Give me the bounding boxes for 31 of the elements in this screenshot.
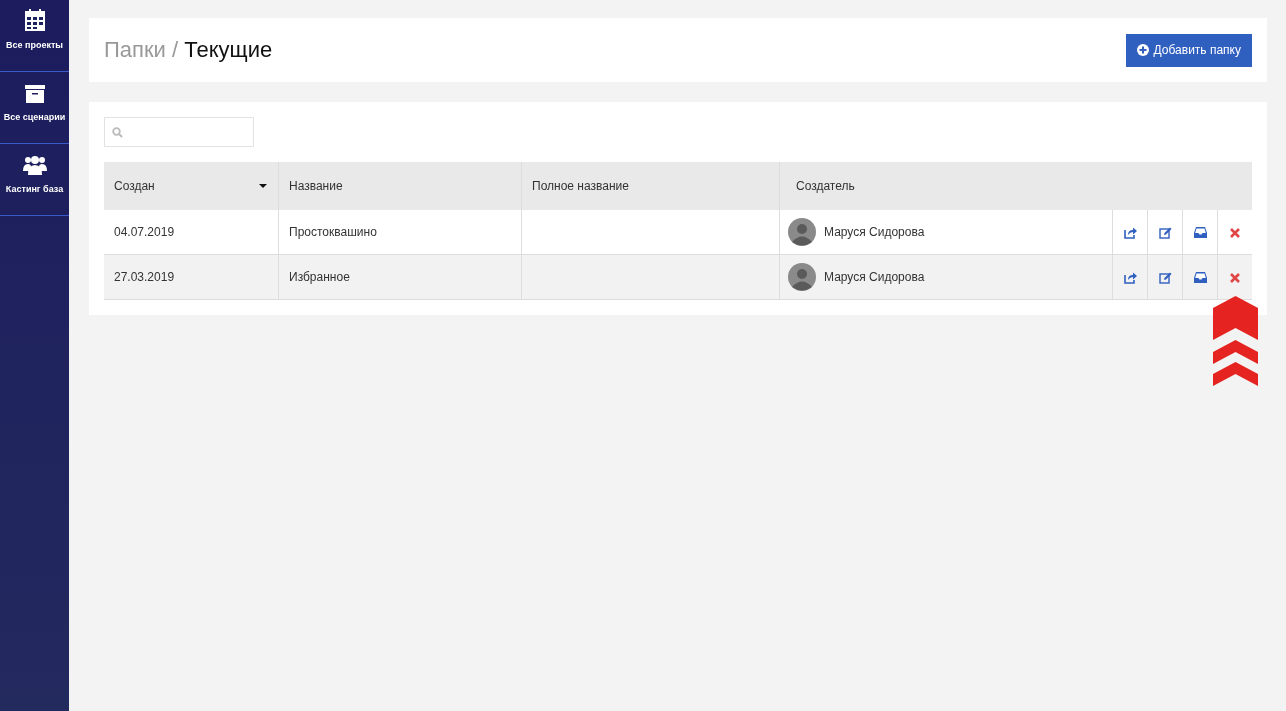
sidebar-item[interactable]: Кастинг база: [0, 144, 69, 216]
column-header[interactable]: Полное название: [521, 162, 780, 210]
sidebar-item[interactable]: Все сценарии: [0, 72, 69, 144]
table-cell: Избранное: [278, 254, 522, 300]
sidebar-item[interactable]: Все проекты: [0, 0, 69, 72]
people-icon: [22, 153, 47, 175]
table-cell: 04.07.2019: [104, 210, 279, 255]
avatar-icon: [788, 218, 816, 246]
creator-name: Маруся Сидорова: [824, 270, 925, 284]
column-header[interactable]: Создатель: [779, 162, 1252, 210]
inbox-tray-icon[interactable]: [1193, 227, 1207, 239]
plus-circle-icon: [1136, 44, 1149, 56]
table-cell: Простоквашино: [278, 210, 522, 255]
search-icon: [112, 126, 123, 138]
delete-icon[interactable]: [1230, 272, 1240, 283]
inbox-tray-icon[interactable]: [1193, 272, 1207, 284]
calendar-icon: [24, 9, 45, 31]
edit-icon[interactable]: [1158, 271, 1172, 285]
edit-icon[interactable]: [1158, 226, 1172, 240]
scroll-to-top-icon[interactable]: [1213, 296, 1258, 386]
share-icon[interactable]: [1123, 271, 1137, 285]
creator-name: Маруся Сидорова: [824, 225, 925, 239]
share-icon[interactable]: [1123, 226, 1137, 240]
delete-icon[interactable]: [1230, 227, 1240, 238]
column-header[interactable]: Создан: [104, 162, 279, 210]
avatar-icon: [788, 263, 816, 291]
search-field[interactable]: [104, 117, 254, 147]
table-cell: 27.03.2019: [104, 254, 279, 300]
page-title: Текущие: [184, 37, 273, 62]
column-header[interactable]: Название: [278, 162, 522, 210]
add-folder-button[interactable]: Добавить папку: [1125, 33, 1252, 67]
